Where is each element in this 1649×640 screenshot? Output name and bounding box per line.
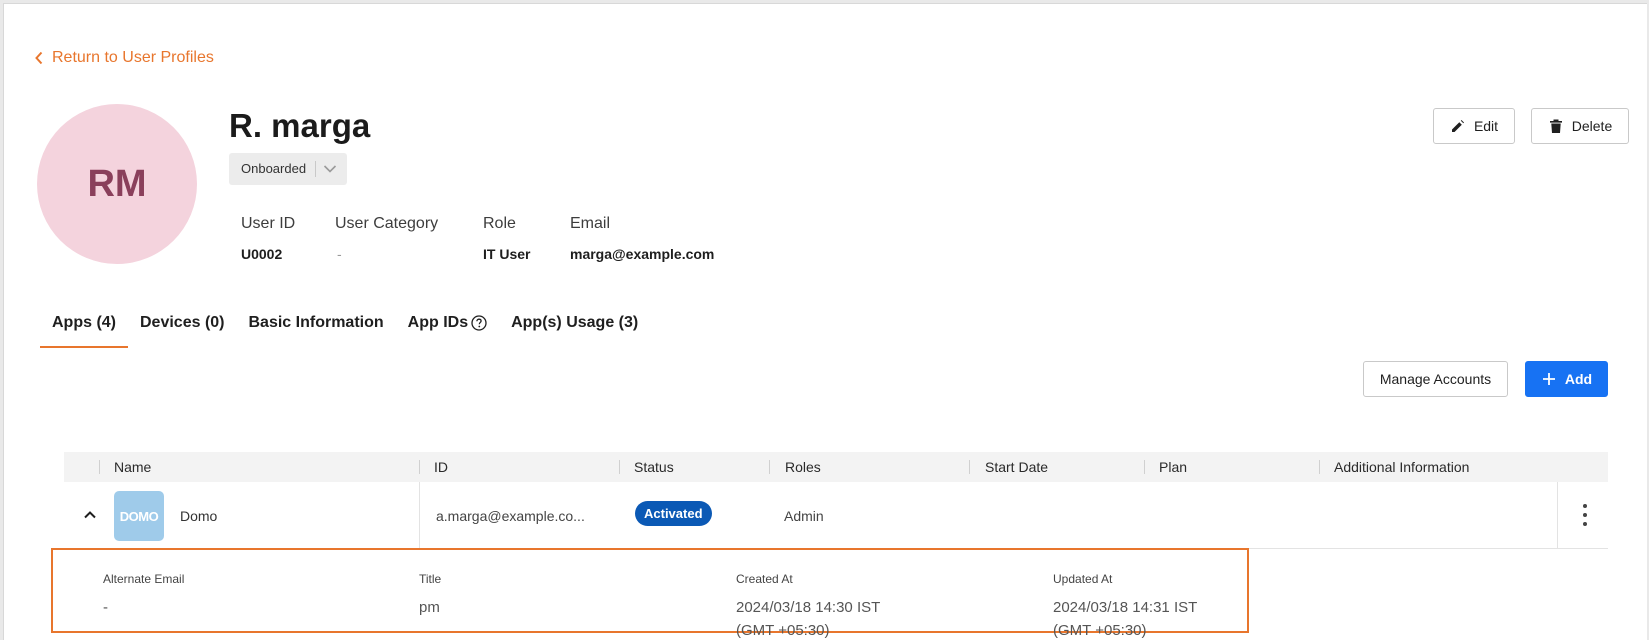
tab-bar: Apps (4) Devices (0) Basic Information A…	[40, 304, 650, 348]
role-value: IT User	[483, 246, 531, 262]
created-at-time: 2024/03/18 14:30 IST	[736, 599, 881, 616]
column-divider	[769, 460, 770, 474]
created-at-timezone: (GMT +05:30)	[736, 622, 830, 639]
table-header: Name ID Status Roles Start Date Plan Add…	[64, 452, 1608, 482]
trash-icon	[1549, 119, 1562, 133]
pencil-icon	[1451, 120, 1464, 132]
title-label: Title	[419, 572, 442, 586]
user-name: R. marga	[229, 107, 371, 144]
manage-accounts-label: Manage Accounts	[1379, 371, 1492, 387]
column-divider	[1319, 460, 1320, 474]
user-profile-page: Return to User Profiles RM R. marga Onbo…	[3, 3, 1647, 640]
tab-basic-information[interactable]: Basic Information	[237, 304, 396, 346]
tab-app-usage[interactable]: App(s) Usage (3)	[499, 304, 650, 346]
email-value: marga@example.com	[570, 246, 715, 262]
back-link[interactable]: Return to User Profiles	[34, 49, 214, 67]
column-header-plan: Plan	[1159, 459, 1188, 475]
app-logo: DOMO	[114, 491, 164, 541]
role-label: Role	[483, 215, 516, 232]
created-at-label: Created At	[736, 572, 793, 586]
plus-icon	[1542, 373, 1555, 385]
expanded-details-panel: Alternate Email - Title pm Created At 20…	[51, 548, 1249, 639]
column-divider	[1144, 460, 1145, 474]
tab-app-ids-label: App IDs	[407, 314, 469, 331]
updated-at-timezone: (GMT +05:30)	[1053, 622, 1147, 639]
app-role: Admin	[784, 508, 824, 524]
chevron-left-icon	[35, 51, 43, 65]
column-header-status: Status	[634, 459, 674, 475]
edit-button[interactable]: Edit	[1433, 108, 1515, 144]
tab-apps-label: Apps (4)	[52, 314, 116, 331]
alternate-email-label: Alternate Email	[103, 572, 185, 586]
back-link-label: Return to User Profiles	[52, 49, 214, 66]
edit-button-label: Edit	[1473, 118, 1499, 134]
app-account-id: a.marga@example.co...	[436, 508, 585, 524]
status-dropdown[interactable]: Onboarded	[229, 153, 347, 185]
user-category-label: User Category	[335, 215, 439, 232]
status-badge: Activated	[635, 501, 712, 526]
add-button-label: Add	[1564, 371, 1593, 387]
tab-apps[interactable]: Apps (4)	[40, 304, 128, 348]
column-divider	[619, 460, 620, 474]
tab-app-usage-label: App(s) Usage (3)	[511, 314, 639, 331]
tab-devices-label: Devices (0)	[140, 314, 225, 331]
column-divider	[1557, 482, 1558, 548]
table-row: DOMO Domo a.marga@example.co... Activate…	[64, 482, 1608, 549]
created-at-value: 2024/03/18 14:30 IST (GMT +05:30)	[736, 596, 880, 640]
user-id-label: User ID	[241, 215, 296, 232]
user-id-value: U0002	[241, 246, 283, 262]
tab-app-ids[interactable]: App IDs	[396, 304, 499, 346]
status-dropdown-value: Onboarded	[229, 161, 317, 177]
tab-basic-information-label: Basic Information	[248, 314, 384, 331]
manage-accounts-button[interactable]: Manage Accounts	[1363, 361, 1508, 397]
app-name: Domo	[180, 508, 218, 524]
column-header-roles: Roles	[785, 459, 821, 475]
column-header-additional-information: Additional Information	[1334, 459, 1470, 475]
tab-devices[interactable]: Devices (0)	[128, 304, 237, 346]
delete-button[interactable]: Delete	[1531, 108, 1629, 144]
email-label: Email	[570, 215, 611, 232]
updated-at-time: 2024/03/18 14:31 IST	[1053, 599, 1198, 616]
user-category-value: -	[337, 246, 342, 262]
apps-table: Name ID Status Roles Start Date Plan Add…	[64, 452, 1608, 549]
column-divider	[419, 460, 420, 474]
updated-at-value: 2024/03/18 14:31 IST (GMT +05:30)	[1053, 596, 1197, 640]
column-divider	[419, 482, 420, 548]
help-circle-icon[interactable]	[471, 315, 487, 331]
column-header-start-date: Start Date	[985, 459, 1049, 475]
alternate-email-value: -	[103, 599, 108, 616]
column-divider	[99, 460, 100, 474]
title-value: pm	[419, 599, 440, 616]
chevron-down-icon	[316, 164, 337, 174]
column-header-id: ID	[434, 459, 448, 475]
add-button[interactable]: Add	[1525, 361, 1608, 397]
row-actions-icon[interactable]	[1582, 504, 1588, 526]
avatar: RM	[37, 104, 197, 264]
column-header-name: Name	[114, 459, 152, 475]
column-divider	[969, 460, 970, 474]
chevron-up-icon[interactable]	[81, 506, 99, 524]
updated-at-label: Updated At	[1053, 572, 1113, 586]
delete-button-label: Delete	[1571, 118, 1613, 134]
